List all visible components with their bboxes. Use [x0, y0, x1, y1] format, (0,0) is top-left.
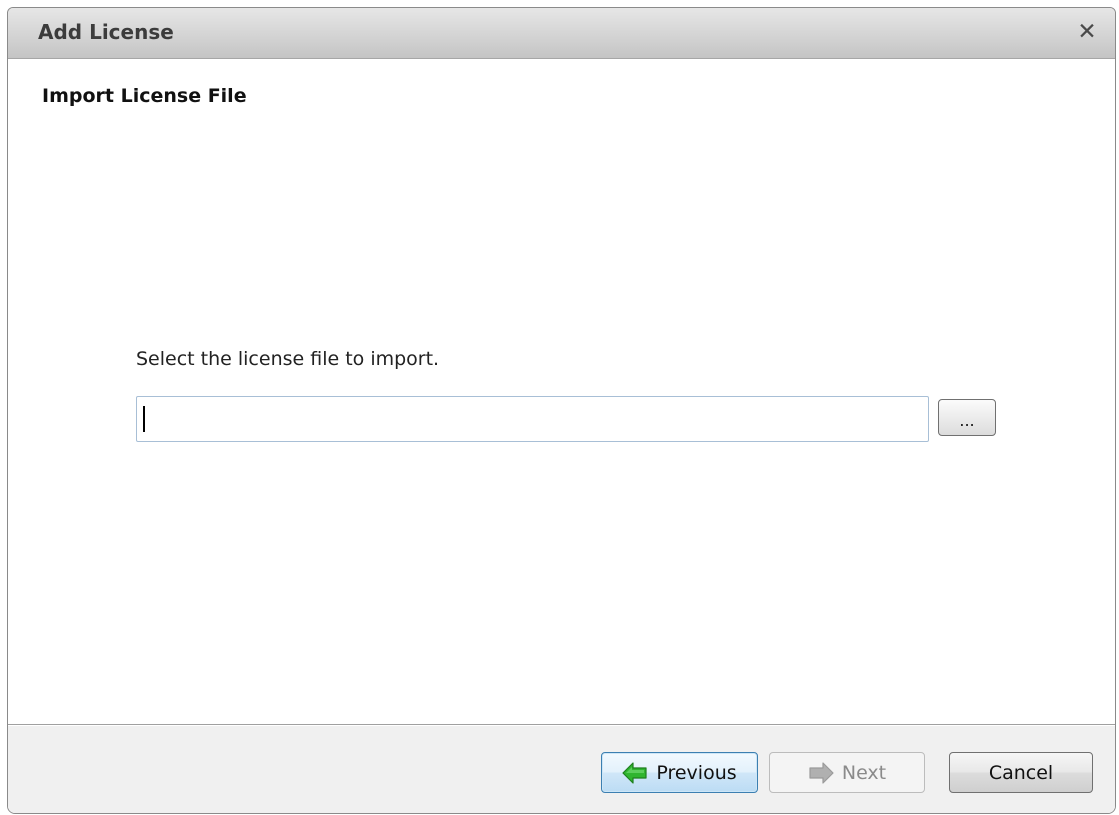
footer-separator — [8, 725, 1115, 726]
add-license-dialog: Add License ✕ Import License File Select… — [7, 7, 1116, 814]
next-button[interactable]: Next — [769, 752, 925, 793]
cancel-button-label: Cancel — [988, 761, 1054, 784]
previous-button[interactable]: Previous — [601, 752, 758, 793]
dialog-title: Add License — [38, 20, 174, 44]
license-file-path-input[interactable] — [136, 396, 929, 442]
dialog-footer: Previous Next Cancel — [8, 724, 1115, 813]
previous-button-label: Previous — [656, 761, 737, 784]
close-button[interactable]: ✕ — [1073, 18, 1101, 46]
cancel-button[interactable]: Cancel — [949, 752, 1093, 793]
close-icon: ✕ — [1077, 19, 1097, 45]
file-prompt-label: Select the license file to import. — [136, 348, 440, 370]
title-bar: Add License ✕ — [8, 8, 1115, 59]
browse-button[interactable]: ... — [938, 399, 996, 436]
arrow-right-icon — [808, 761, 834, 784]
next-button-label: Next — [841, 761, 887, 784]
text-caret — [143, 406, 145, 432]
arrow-left-icon — [622, 761, 648, 784]
section-title: Import License File — [42, 85, 247, 107]
